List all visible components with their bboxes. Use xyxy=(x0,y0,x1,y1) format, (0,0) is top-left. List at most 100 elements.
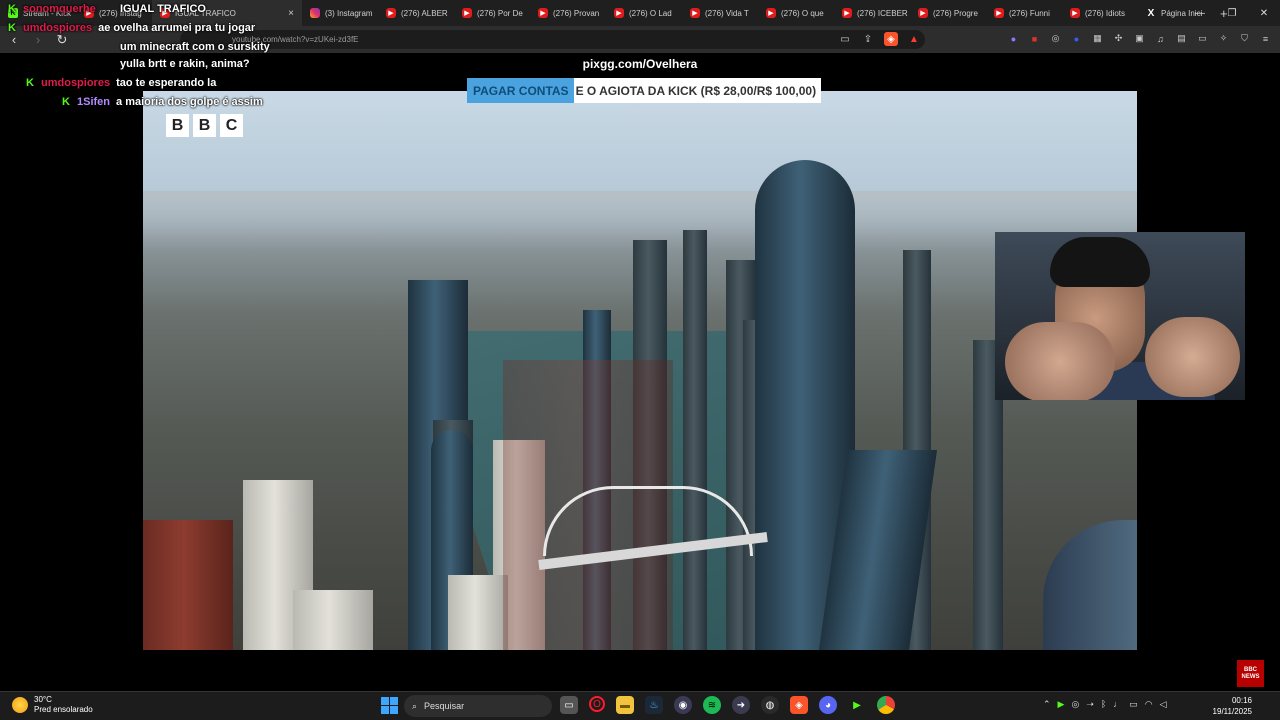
wifi-icon[interactable]: ◠ xyxy=(1145,699,1153,710)
browser-tab[interactable]: ▶ (276) Provan xyxy=(530,0,606,26)
youtube-icon: ▶ xyxy=(842,8,852,18)
start-button[interactable] xyxy=(381,697,398,714)
taskbar-search[interactable]: ⌕ Pesquisar xyxy=(404,695,552,717)
bbc-logo: B B C xyxy=(166,114,243,137)
steam-icon[interactable]: ♨ xyxy=(645,696,663,714)
tray-icon[interactable]: ◎ xyxy=(1071,699,1079,710)
youtube-icon: ▶ xyxy=(690,8,700,18)
kick-tray-icon[interactable]: ▶ xyxy=(1058,699,1065,710)
file-explorer-icon[interactable]: ▬ xyxy=(616,696,634,714)
puzzle-icon[interactable]: ✣ xyxy=(1112,32,1125,45)
chat-message: um minecraft com o surskity xyxy=(120,41,270,53)
sidebar-icon[interactable]: ▤ xyxy=(1175,32,1188,45)
windows-taskbar: 30°C Pred ensolarado ⌕ Pesquisar ▭ O ▬ ♨… xyxy=(0,691,1280,720)
browser-tab[interactable]: ▶ (276) Idiots xyxy=(1062,0,1138,26)
bluetooth-icon[interactable]: ᛒ xyxy=(1101,699,1106,710)
extension-icon[interactable]: ▦ xyxy=(1091,32,1104,45)
tab-label: (276) Por De xyxy=(477,8,523,18)
chat-username[interactable]: umdospiores xyxy=(23,22,92,34)
menu-icon[interactable]: ≡ xyxy=(1259,32,1272,45)
chat-username[interactable]: umdospiores xyxy=(41,77,110,89)
x-icon: X xyxy=(1147,7,1155,19)
minimize-button[interactable]: — xyxy=(1184,0,1216,26)
dome-building xyxy=(1043,520,1137,650)
chat-message: yulla brtt e rakin, anima? xyxy=(120,58,250,70)
chevron-up-icon[interactable]: ⌃ xyxy=(1043,699,1051,710)
volume-icon[interactable]: ◁ xyxy=(1160,699,1167,710)
goal-progress-fill: PAGAR CONTAS xyxy=(467,78,574,103)
youtube-icon: ▶ xyxy=(1070,8,1080,18)
tab-label: (276) O Lad xyxy=(629,8,672,18)
taskbar-apps: ▭ O ▬ ♨ ◉ ≋ ➜ ◍ ◈ ◕ ▶ xyxy=(560,696,895,714)
browser-tab[interactable]: ▶ (276) Vida T xyxy=(682,0,758,26)
microphone-icon[interactable]: ♩ xyxy=(1113,699,1122,710)
time: 00:16 xyxy=(1231,696,1252,705)
close-tab-icon[interactable]: × xyxy=(288,8,294,19)
browser-tab[interactable]: ▶ (276) Funni xyxy=(986,0,1062,26)
brave-rewards-icon[interactable]: ▲ xyxy=(907,32,921,46)
date: 19/11/2025 xyxy=(1212,707,1252,716)
youtube-icon: ▶ xyxy=(386,8,396,18)
window-controls: — ❐ ✕ xyxy=(1184,0,1280,26)
close-window-button[interactable]: ✕ xyxy=(1248,0,1280,26)
screenshot-icon[interactable]: ▣ xyxy=(1133,32,1146,45)
maximize-button[interactable]: ❐ xyxy=(1216,0,1248,26)
brave-icon[interactable]: ◈ xyxy=(790,696,808,714)
brave-shields-icon[interactable]: ◈ xyxy=(884,32,898,46)
browser-tab[interactable]: ▶ (276) O que xyxy=(758,0,834,26)
donation-goal-bar: PAGAR CONTAS E O AGIOTA DA KICK (R$ 28,0… xyxy=(467,78,822,103)
tab-label: (276) Progre xyxy=(933,8,978,18)
kick-badge-icon: K xyxy=(8,3,16,15)
youtube-icon: ▶ xyxy=(766,8,776,18)
cast-icon[interactable]: ▭ xyxy=(838,32,852,46)
vpn-icon[interactable]: ⛉ xyxy=(1238,32,1251,45)
video-frame[interactable]: B B C xyxy=(143,91,1137,650)
music-icon[interactable]: ♫ xyxy=(1154,32,1167,45)
chat-text: um minecraft com o surskity xyxy=(120,41,270,53)
spotify-icon[interactable]: ≋ xyxy=(703,696,721,714)
tray-icon[interactable]: ➝ xyxy=(1086,699,1094,710)
chat-text: yulla brtt e rakin, anima? xyxy=(120,58,250,70)
browser-tab[interactable]: ▶ (276) Progre xyxy=(910,0,986,26)
share-icon[interactable]: ⇪ xyxy=(861,32,875,46)
network-icon[interactable]: ▭ xyxy=(1129,699,1138,710)
stream-stage: B B C BBC NEWS xyxy=(0,53,1280,691)
search-placeholder: Pesquisar xyxy=(424,701,465,711)
browser-tab[interactable]: (3) Instagram xyxy=(302,0,378,26)
extension-icon[interactable]: ● xyxy=(1007,32,1020,45)
app-icon[interactable]: ▶ xyxy=(848,696,866,714)
chat-username[interactable]: sonomquerhe xyxy=(23,3,96,15)
browser-tab[interactable]: ▶ (276) O Lad xyxy=(606,0,682,26)
kick-badge-icon: K xyxy=(62,96,70,108)
address-bar[interactable]: youtube.com/watch?v=zUKei-zd3fE xyxy=(180,30,925,49)
tab-label: (276) Provan xyxy=(553,8,600,18)
tab-label: (276) Funni xyxy=(1009,8,1050,18)
app-icon[interactable]: ◉ xyxy=(674,696,692,714)
chat-username[interactable]: 1Sifen xyxy=(77,96,110,108)
weather-description: Pred ensolarado xyxy=(34,705,93,714)
extension-icon[interactable]: ■ xyxy=(1028,32,1041,45)
youtube-icon: ▶ xyxy=(462,8,472,18)
weather-widget[interactable]: 30°C Pred ensolarado xyxy=(12,695,93,715)
browser-tab[interactable]: ▶ (276) ALBER xyxy=(378,0,454,26)
temperature: 30°C xyxy=(34,695,52,704)
chrome-icon[interactable] xyxy=(877,696,895,714)
wallet-icon[interactable]: ▭ xyxy=(1196,32,1209,45)
chat-message: K 1Sifen a maioria dos golpe é assim xyxy=(62,96,263,108)
clock[interactable]: 00:16 19/11/2025 xyxy=(1213,695,1252,717)
opera-icon[interactable]: O xyxy=(589,696,605,712)
app-icon[interactable]: ◍ xyxy=(761,696,779,714)
youtube-icon: ▶ xyxy=(994,8,1004,18)
extension-icon[interactable]: ◎ xyxy=(1049,32,1062,45)
tab-label: (276) ICEBER xyxy=(857,8,908,18)
leo-ai-icon[interactable]: ✧ xyxy=(1217,32,1230,45)
task-view-icon[interactable]: ▭ xyxy=(560,696,578,714)
chat-text: a maioria dos golpe é assim xyxy=(116,96,263,108)
extension-icons: ● ■ ◎ ● ▦ ✣ ▣ ♫ ▤ ▭ ✧ ⛉ ≡ xyxy=(1007,32,1272,45)
discord-icon[interactable]: ◕ xyxy=(819,696,837,714)
browser-tab[interactable]: ▶ (276) Por De xyxy=(454,0,530,26)
app-icon[interactable]: ➜ xyxy=(732,696,750,714)
extension-icon[interactable]: ● xyxy=(1070,32,1083,45)
sun-icon xyxy=(12,697,28,713)
browser-tab[interactable]: ▶ (276) ICEBER xyxy=(834,0,910,26)
